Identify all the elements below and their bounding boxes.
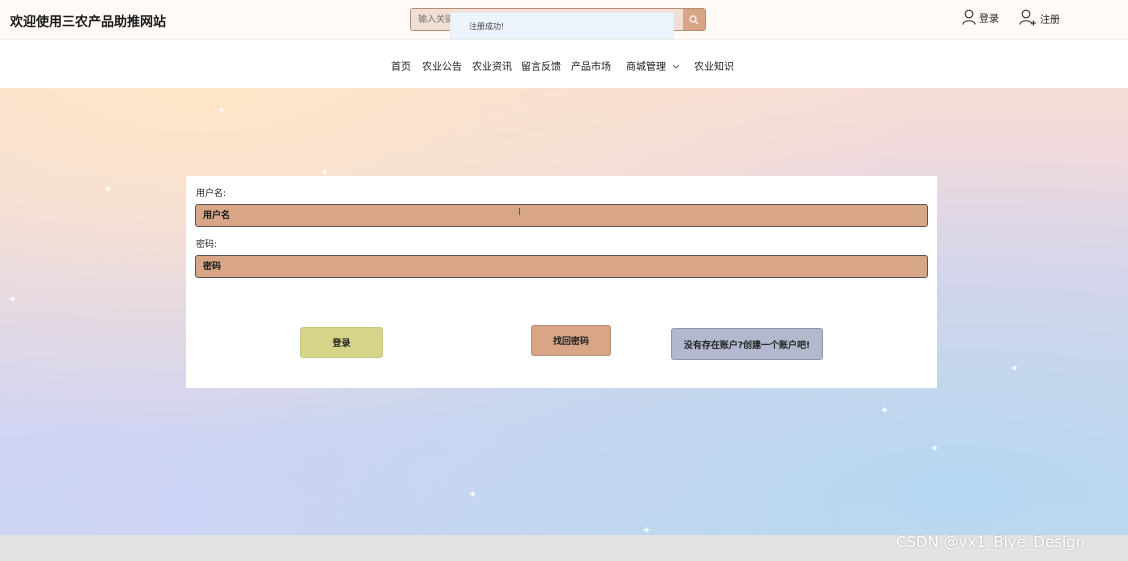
nav-item-knowledge[interactable]: 农业知识 [694, 58, 734, 73]
username-input[interactable] [195, 204, 928, 227]
search-icon [689, 14, 699, 24]
search-button[interactable] [683, 9, 705, 30]
register-link[interactable]: 注册 [1019, 9, 1060, 27]
user-icon [962, 9, 976, 25]
nav-item-shop-admin-label: 商城管理 [626, 62, 666, 73]
star-decoration: ✦ [103, 183, 113, 196]
toast-message: 注册成功! [450, 12, 674, 39]
login-form: 用户名: I 密码: 登录 找回密码 没有存在账户?创建一个账户吧! [186, 176, 937, 388]
password-label: 密码: [196, 240, 218, 250]
create-account-button[interactable]: 没有存在账户?创建一个账户吧! [671, 328, 823, 360]
nav-item-news[interactable]: 农业资讯 [472, 58, 512, 73]
login-button[interactable]: 登录 [300, 327, 383, 358]
star-decoration: ✦ [8, 293, 18, 306]
nav-item-shop-admin[interactable]: 商城管理 [626, 58, 680, 73]
star-decoration: ✦ [930, 442, 940, 455]
site-title: 欢迎使用三农产品助推网站 [10, 15, 167, 30]
register-label: 注册 [1040, 14, 1060, 26]
star-decoration: ✦ [880, 404, 890, 417]
star-decoration: ✦ [217, 104, 227, 117]
username-label: 用户名: [196, 189, 227, 199]
login-link[interactable]: 登录 [962, 9, 999, 25]
main-nav: 首页 农业公告 农业资讯 留言反馈 产品市场 商城管理 农业知识 [0, 40, 1128, 88]
login-label: 登录 [979, 13, 999, 25]
star-decoration: ✦ [468, 488, 478, 501]
nav-item-home[interactable]: 首页 [391, 58, 411, 73]
text-cursor-icon: I [518, 207, 521, 218]
add-user-icon [1019, 9, 1036, 26]
nav-item-announcements[interactable]: 农业公告 [422, 58, 462, 73]
chevron-down-icon [672, 64, 680, 69]
watermark: CSDN @vx1_Biye_Design [896, 533, 1086, 551]
nav-item-feedback[interactable]: 留言反馈 [521, 58, 561, 73]
nav-item-market[interactable]: 产品市场 [571, 58, 611, 73]
forgot-password-button[interactable]: 找回密码 [531, 325, 611, 356]
password-input[interactable] [195, 255, 928, 278]
star-decoration: ✦ [642, 524, 652, 535]
star-decoration: ✦ [1010, 362, 1020, 375]
